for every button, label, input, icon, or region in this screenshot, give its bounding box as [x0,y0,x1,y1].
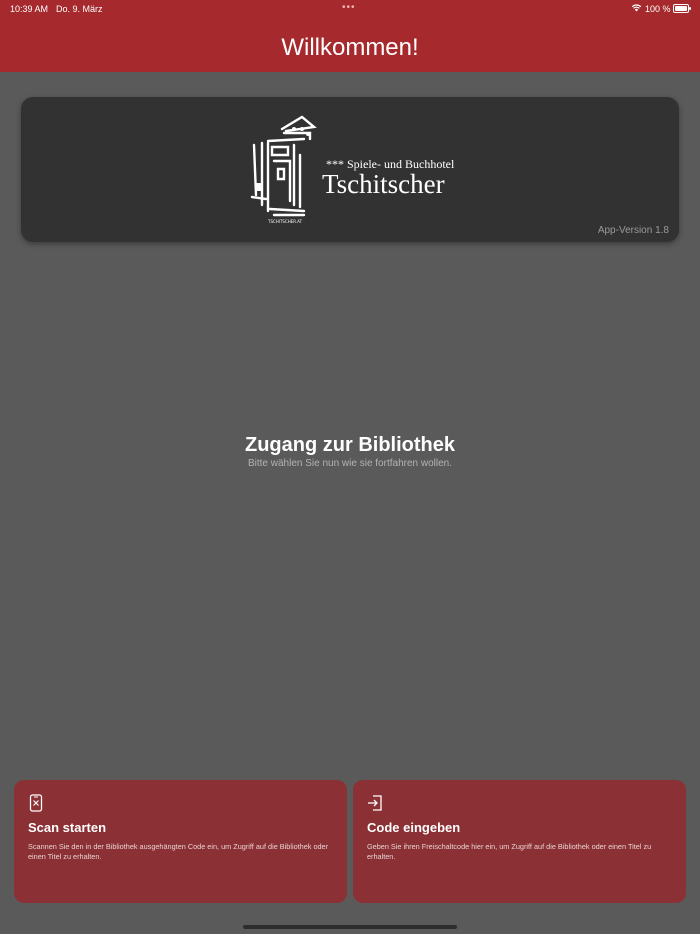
scan-start-button[interactable]: Scan starten Scannen Sie den in der Bibl… [14,780,347,903]
section-subtitle: Bitte wählen Sie nun wie sie fortfahren … [247,458,452,469]
section-title: Zugang zur Bibliothek [245,434,455,456]
hotel-logo: TSCHITSCHER.AT *** Spiele- und Buchhotel… [244,115,474,227]
wifi-icon [631,4,642,12]
app-header: 10:39 AM Do. 9. März ••• 100 % Willkomme… [0,0,700,72]
home-indicator[interactable] [243,925,457,929]
battery-cap [689,7,691,10]
scan-start-title: Scan starten [28,820,107,835]
page-title: Willkommen! [281,34,419,61]
sign-in-icon [368,795,382,811]
enter-code-button[interactable]: Code eingeben Geben Sie ihren Freischalt… [353,780,686,903]
status-date: Do. 9. März [56,4,103,14]
enter-code-title: Code eingeben [367,820,461,835]
building-drawing-icon: TSCHITSCHER.AT [250,115,317,224]
logo-card: TSCHITSCHER.AT *** Spiele- und Buchhotel… [21,97,679,242]
logo-title: Tschitscher [322,169,445,199]
status-time: 10:39 AM [10,4,49,14]
status-bar: 10:39 AM Do. 9. März ••• 100 % [0,0,700,18]
enter-code-description: Geben Sie ihren Freischaltcode hier ein,… [367,842,652,861]
scan-start-description: Scannen Sie den in der Bibliothek ausgeh… [28,842,329,861]
svg-text:TSCHITSCHER.AT: TSCHITSCHER.AT [267,219,303,224]
qr-scan-icon [29,794,43,812]
battery-percentage: 100 % [645,4,671,14]
multitasking-dots-icon[interactable]: ••• [342,2,356,13]
app-version: App-Version 1.8 [597,225,669,236]
battery-icon [673,4,689,13]
